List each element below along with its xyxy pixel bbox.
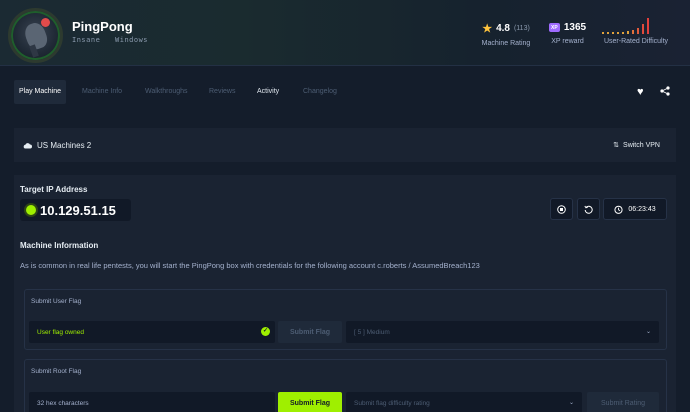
xp-value: 1365: [563, 22, 587, 33]
check-icon: ✓: [261, 327, 270, 336]
root-flag-card: Submit Root Flag 32 hex characters Submi…: [24, 359, 667, 412]
target-ip-label: Target IP Address: [20, 185, 88, 194]
tab-walkthroughs[interactable]: Walkthroughs: [140, 80, 193, 104]
machine-info-heading: Machine Information: [20, 241, 99, 250]
tab-play-machine[interactable]: Play Machine: [14, 80, 67, 104]
rating-value: 4.8: [496, 23, 510, 34]
rating-count: (113): [513, 25, 530, 32]
play-machine-panel: Target IP Address 10.129.51.15 06:23:43 …: [14, 175, 676, 412]
chevron-down-icon: ⌄: [645, 329, 651, 335]
switch-vpn-label: Switch VPN: [623, 141, 660, 149]
share-icon[interactable]: [660, 86, 670, 96]
timer-icon: [614, 205, 623, 214]
machine-tabs: Play Machine Machine Info Walkthroughs R…: [14, 80, 676, 104]
user-difficulty: User-Rated Difficulty: [600, 22, 672, 45]
root-flag-submit-button[interactable]: Submit Flag: [278, 392, 342, 412]
reset-icon: [584, 205, 593, 214]
root-flag-difficulty-placeholder: Submit flag difficulty rating: [354, 399, 430, 407]
root-flag-heading: Submit Root Flag: [31, 368, 82, 375]
root-flag-difficulty-select[interactable]: Submit flag difficulty rating ⌄: [346, 392, 582, 412]
machine-meta: Insane Windows: [72, 36, 158, 44]
extend-timer-button[interactable]: 06:23:43: [603, 198, 667, 220]
reset-machine-button[interactable]: [577, 198, 600, 220]
tab-reviews[interactable]: Reviews: [204, 80, 240, 104]
user-flag-input[interactable]: User flag owned ✓: [29, 321, 275, 343]
target-ip-box[interactable]: 10.129.51.15: [20, 199, 131, 221]
machine-os: Windows: [115, 36, 149, 44]
xp-icon: XP: [548, 23, 560, 32]
machine-avatar: [8, 8, 63, 63]
target-ip: 10.129.51.15: [40, 203, 116, 218]
machine-rating: ★ 4.8 (113) Machine Rating: [480, 22, 532, 47]
difficulty-label: User-Rated Difficulty: [603, 38, 669, 45]
user-flag-card: Submit User Flag User flag owned ✓ Submi…: [24, 289, 667, 350]
vpn-panel: US Machines 2 ⇅ Switch VPN: [14, 128, 676, 162]
chevron-down-icon: ⌄: [568, 400, 574, 406]
root-flag-placeholder: 32 hex characters: [37, 399, 89, 407]
tab-machine-info[interactable]: Machine Info: [77, 80, 127, 104]
timer-value: 06:23:43: [628, 205, 656, 213]
switch-vpn-icon: ⇅: [613, 142, 620, 149]
vpn-server: US Machines 2: [37, 141, 92, 150]
star-icon: ★: [482, 23, 493, 35]
submit-rating-button[interactable]: Submit Rating: [587, 392, 659, 412]
cloud-icon: [23, 143, 32, 149]
machine-name: PingPong: [72, 19, 133, 34]
tab-activity[interactable]: Activity: [252, 80, 284, 104]
user-flag-submit-button[interactable]: Submit Flag: [278, 321, 342, 343]
status-online-icon: [26, 205, 36, 215]
xp-reward: XP 1365 XP reward: [545, 22, 590, 45]
user-flag-value: User flag owned: [37, 328, 84, 336]
switch-vpn-button[interactable]: ⇅ Switch VPN: [613, 141, 660, 150]
user-flag-heading: Submit User Flag: [31, 298, 82, 305]
user-flag-difficulty-value: [ 5 ] Medium: [354, 328, 390, 336]
xp-label: XP reward: [551, 38, 584, 45]
rating-label: Machine Rating: [481, 40, 531, 47]
stop-machine-button[interactable]: [550, 198, 573, 220]
tab-changelog[interactable]: Changelog: [298, 80, 342, 104]
user-flag-difficulty-select[interactable]: [ 5 ] Medium ⌄: [346, 321, 659, 343]
stop-icon: [557, 204, 566, 214]
machine-info-text: As is common in real life pentests, you …: [20, 261, 480, 270]
machine-header: PingPong Insane Windows ★ 4.8 (113) Mach…: [0, 0, 690, 66]
root-flag-input[interactable]: 32 hex characters: [29, 392, 275, 412]
heart-icon[interactable]: ♥: [637, 86, 644, 98]
machine-difficulty: Insane: [72, 36, 101, 44]
